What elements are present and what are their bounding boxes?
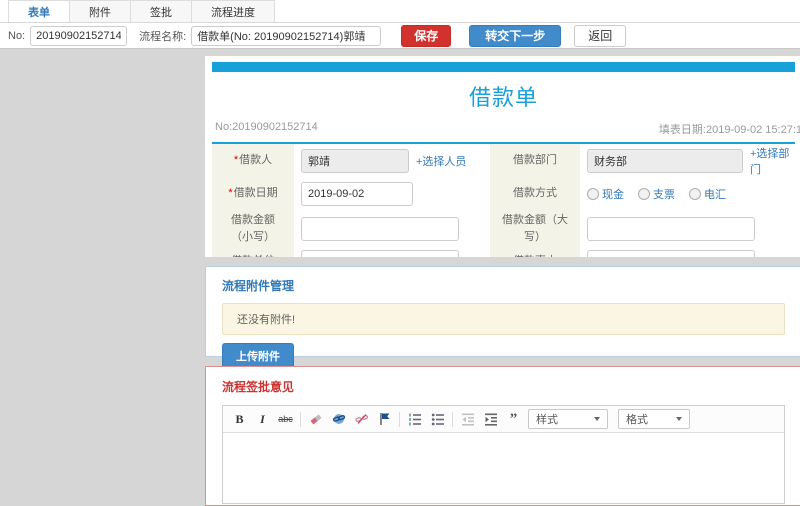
signoff-title: 流程签批意见 [222,380,295,394]
toolbar-separator [452,411,453,427]
borrower-input[interactable] [301,148,409,173]
attachments-title: 流程附件管理 [222,279,295,293]
loan-date-input[interactable] [301,181,413,206]
amount-big-input[interactable] [587,216,755,241]
anchor-icon[interactable] [376,411,393,428]
radio-cash-icon[interactable] [587,187,599,200]
form-title: 借款单 [468,85,538,110]
loan-unit-cell [294,247,490,257]
styles-dropdown[interactable]: 样式 [528,409,608,429]
attachments-panel: 流程附件管理 还没有附件! 上传附件 [205,266,800,369]
amount-small-label: 借款金额（小写） [212,210,294,247]
toolbar-separator [300,411,301,427]
loan-reason-label: 借款事由 [490,247,580,257]
amount-small-cell [294,210,490,247]
form-date-text: 填表日期:2019-09-02 15:27:1 [658,124,800,136]
bold-icon[interactable]: B [231,411,248,428]
unlink-icon[interactable] [353,411,370,428]
required-mark: * [233,154,239,167]
loan-date-cell [294,177,490,210]
bullet-list-icon[interactable] [429,411,446,428]
save-button[interactable]: 保存 [401,24,452,47]
radio-check-icon[interactable] [638,187,650,200]
radio-wire[interactable]: 电汇 [689,186,726,202]
signoff-panel: 流程签批意见 B I abc ” 样式 格式 [205,366,800,506]
chevron-down-icon [676,417,682,421]
no-attachments-alert: 还没有附件! [222,303,785,335]
radio-check-label: 支票 [653,188,675,201]
blockquote-icon[interactable]: ” [505,411,522,428]
strikethrough-icon[interactable]: abc [277,411,294,428]
indent-icon[interactable] [482,411,499,428]
remove-format-icon[interactable] [307,411,324,428]
no-input[interactable] [30,25,128,46]
italic-icon[interactable]: I [254,411,271,428]
toolbar-separator [399,411,400,427]
choose-department-link[interactable]: +选择部门 [750,145,795,177]
action-bar: No: 流程名称: 保存 转交下一步 返回 [0,23,800,49]
form-header-bar [212,62,795,72]
no-label: No: [8,29,26,42]
numbered-list-icon[interactable] [406,411,423,428]
back-button[interactable]: 返回 [574,24,627,47]
borrower-cell: +选择人员 [294,144,490,177]
loan-form-panel: 借款单 No:20190902152714 填表日期:2019-09-02 15… [205,56,800,257]
required-mark: * [228,187,233,200]
loan-date-label: *借款日期 [212,177,294,210]
loan-unit-label: 借款单位 [212,247,294,257]
tab-signoff[interactable]: 签批 [130,0,192,22]
loan-method-cell: 现金 支票 电汇 [580,177,795,210]
format-dropdown-label: 格式 [626,414,648,426]
process-name-label: 流程名称: [139,30,187,43]
radio-wire-icon[interactable] [689,187,701,200]
radio-cash-label: 现金 [602,188,624,201]
loan-method-label: 借款方式 [490,177,580,210]
rich-text-editor: B I abc ” 样式 格式 [222,405,785,504]
radio-check[interactable]: 支票 [638,186,675,202]
tab-progress[interactable]: 流程进度 [191,0,275,22]
editor-content-area[interactable] [223,433,784,503]
amount-big-cell [580,210,795,247]
radio-wire-label: 电汇 [704,188,726,201]
borrower-label: *借款人 [212,144,294,177]
choose-person-link[interactable]: +选择人员 [416,153,466,169]
department-cell: +选择部门 [580,144,795,177]
editor-toolbar: B I abc ” 样式 格式 [223,406,784,433]
loan-unit-input[interactable] [301,249,459,257]
forward-next-step-button[interactable]: 转交下一步 [469,24,562,47]
department-label: 借款部门 [490,144,580,177]
amount-big-label: 借款金额（大写） [490,210,580,247]
department-input[interactable] [587,148,743,173]
tab-form[interactable]: 表单 [8,0,70,22]
format-dropdown[interactable]: 格式 [618,409,690,429]
styles-dropdown-label: 样式 [536,414,558,426]
outdent-icon[interactable] [459,411,476,428]
process-name-input[interactable] [191,25,382,46]
form-meta-row: No:20190902152714 填表日期:2019-09-02 15:27:… [215,121,800,137]
tab-bar: 表单 附件 签批 流程进度 [0,0,800,23]
loan-reason-cell [580,247,795,257]
form-fields-grid: *借款人 +选择人员 借款部门 +选择部门 *借款日期 借款方式 现金 [212,144,795,257]
loan-reason-input[interactable] [587,249,755,257]
amount-small-input[interactable] [301,216,459,241]
chevron-down-icon [594,417,600,421]
link-icon[interactable] [330,411,347,428]
radio-cash[interactable]: 现金 [587,186,624,202]
form-no-text: No:20190902152714 [215,121,318,133]
tab-attachments[interactable]: 附件 [69,0,131,22]
